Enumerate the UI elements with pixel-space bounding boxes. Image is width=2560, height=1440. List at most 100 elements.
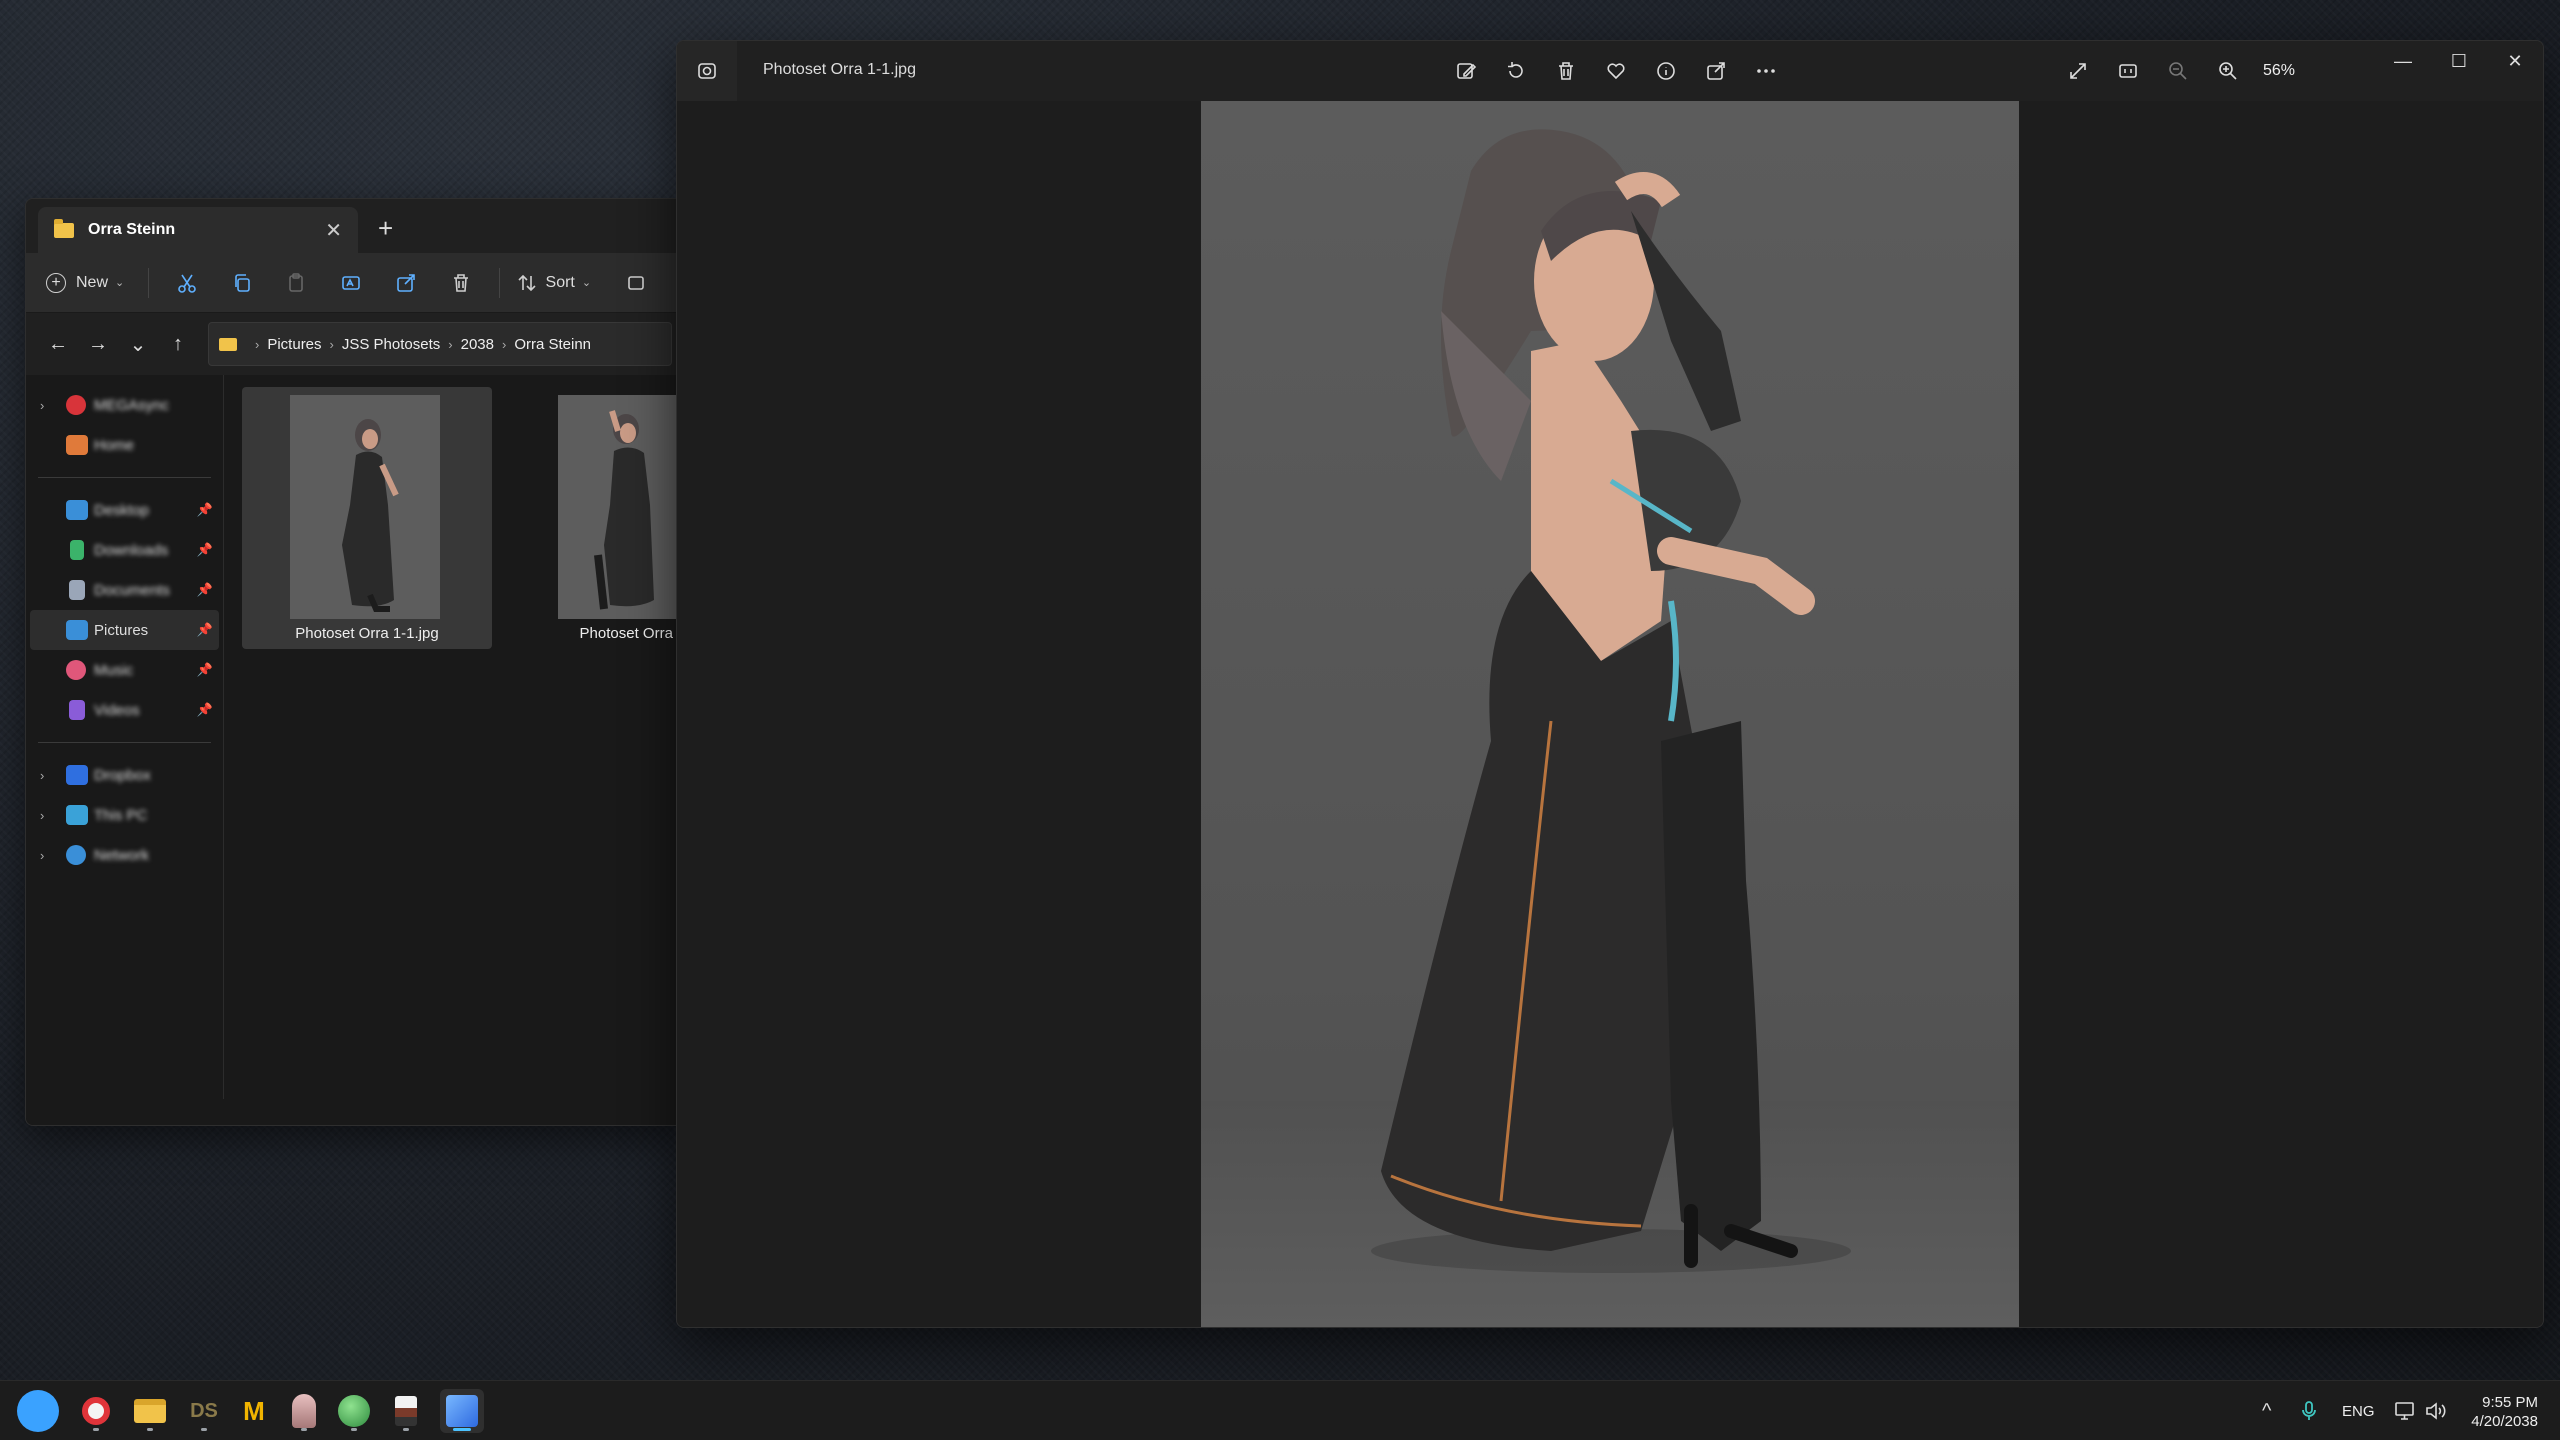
taskbar-app-globe[interactable] [332, 1389, 376, 1433]
taskbar-app-opera[interactable] [74, 1389, 118, 1433]
delete-button[interactable] [1541, 51, 1591, 91]
rename-button[interactable] [324, 263, 379, 303]
sidebar-item-this-pc[interactable]: › This PC [26, 795, 223, 835]
up-button[interactable]: ↑ [158, 324, 198, 364]
zoom-out-button[interactable] [2153, 51, 2203, 91]
videos-icon [69, 700, 85, 720]
image-canvas [677, 101, 2543, 1327]
file-item[interactable]: Photoset Orra 2- [510, 387, 684, 649]
new-button[interactable]: + New ⌄ [46, 272, 124, 293]
breadcrumb-pictures[interactable]: Pictures [267, 336, 321, 353]
globe-icon [338, 1395, 370, 1427]
sort-button[interactable]: Sort ⌄ [516, 272, 591, 294]
copy-icon [234, 273, 250, 292]
delete-icon [1559, 62, 1573, 80]
system-clock[interactable]: 9:55 PM 4/20/2038 [2471, 1393, 2538, 1431]
pin-icon: 📌 [196, 542, 213, 557]
running-indicator [93, 1428, 99, 1431]
breadcrumb-orra-steinn[interactable]: Orra Steinn [514, 336, 591, 353]
photos-icon [446, 1395, 478, 1427]
file-name: Photoset Orra 2- [579, 625, 684, 642]
viewer-titlebar: Photoset Orra 1-1.jpg 56% — ☐ ✕ [677, 41, 2543, 101]
info-button[interactable] [1641, 51, 1691, 91]
zoom-out-icon [2169, 62, 2187, 80]
new-tab-button[interactable]: + [378, 213, 393, 244]
start-button[interactable] [16, 1389, 60, 1433]
chevron-right-icon[interactable]: › [40, 848, 44, 863]
zoom-in-button[interactable] [2203, 51, 2253, 91]
sidebar-item-music[interactable]: Music 📌 [26, 650, 223, 690]
breadcrumb-jss-photosets[interactable]: JSS Photosets [342, 336, 440, 353]
sidebar-item-home[interactable]: Home [26, 425, 223, 465]
running-indicator [351, 1428, 357, 1431]
app-m-icon: M [243, 1395, 265, 1426]
sidebar-item-network[interactable]: › Network [26, 835, 223, 875]
network-icon[interactable] [2394, 1381, 2418, 1440]
taskbar-app-file-explorer[interactable] [128, 1389, 172, 1433]
paste-button[interactable] [269, 263, 324, 303]
fullscreen-button[interactable] [2053, 51, 2103, 91]
taskbar-app-character[interactable] [282, 1389, 326, 1433]
sidebar-item-desktop[interactable]: Desktop 📌 [26, 490, 223, 530]
recent-locations-button[interactable]: ⌄ [118, 324, 158, 364]
displayed-photo[interactable] [1201, 101, 2019, 1327]
pin-icon: 📌 [196, 662, 213, 677]
sidebar-item-label: Pictures [94, 621, 149, 639]
edit-button[interactable] [1441, 51, 1491, 91]
delete-icon [454, 273, 469, 292]
chevron-right-icon[interactable]: › [40, 398, 44, 413]
fit-icon [2119, 64, 2137, 78]
network-icon [66, 845, 86, 865]
sidebar-item-documents[interactable]: Documents 📌 [26, 570, 223, 610]
favorite-button[interactable] [1591, 51, 1641, 91]
fullscreen-icon [2070, 63, 2086, 79]
fit-to-window-button[interactable] [2103, 51, 2153, 91]
status-bar [26, 1099, 684, 1125]
sidebar-item-videos[interactable]: Videos 📌 [26, 690, 223, 730]
sidebar-item-dropbox[interactable]: › Dropbox [26, 755, 223, 795]
breadcrumb-2038[interactable]: 2038 [461, 336, 494, 353]
maximize-button[interactable]: ☐ [2431, 41, 2487, 81]
explorer-tab[interactable]: Orra Steinn ✕ [38, 207, 358, 253]
sidebar-item-pictures[interactable]: Pictures 📌 [30, 610, 219, 650]
zoom-level[interactable]: 56% [2263, 62, 2295, 80]
photos-app-icon[interactable] [677, 41, 737, 101]
input-language[interactable]: ENG [2342, 1381, 2375, 1440]
forward-button[interactable]: → [78, 324, 118, 364]
sidebar-item-megasync[interactable]: › MEGAsync [26, 385, 223, 425]
taskbar-app-photos[interactable] [440, 1389, 484, 1433]
cut-button[interactable] [159, 263, 214, 303]
volume-icon[interactable] [2424, 1381, 2448, 1440]
documents-icon [69, 580, 85, 600]
share-button[interactable] [379, 263, 434, 303]
back-button[interactable]: ← [38, 324, 78, 364]
sort-label: Sort [545, 273, 575, 291]
tab-close-button[interactable]: ✕ [325, 218, 342, 243]
view-icon [627, 275, 644, 290]
microphone-icon[interactable] [2300, 1381, 2318, 1440]
running-indicator [453, 1428, 471, 1431]
chevron-right-icon[interactable]: › [40, 768, 44, 783]
rotate-button[interactable] [1491, 51, 1541, 91]
file-item[interactable]: Photoset Orra 1-1.jpg [242, 387, 492, 649]
rename-icon [342, 275, 361, 290]
taskbar-app-m[interactable]: M [232, 1389, 276, 1433]
taskbar-app-daz-studio[interactable]: DS [182, 1389, 226, 1433]
close-button[interactable]: ✕ [2487, 41, 2543, 81]
chevron-right-icon[interactable]: › [40, 808, 44, 823]
share-button[interactable] [1691, 51, 1741, 91]
pin-icon: 📌 [196, 702, 213, 717]
delete-button[interactable] [434, 263, 489, 303]
view-button[interactable] [609, 263, 664, 303]
sidebar-item-label: Network [94, 846, 150, 864]
breadcrumb-separator: › [329, 336, 334, 352]
sidebar-item-downloads[interactable]: Downloads 📌 [26, 530, 223, 570]
more-button[interactable] [1741, 51, 1791, 91]
breadcrumb[interactable]: › Pictures › JSS Photosets › 2038 › Orra… [208, 322, 672, 366]
show-hidden-icons-button[interactable]: ^ [2262, 1381, 2271, 1440]
taskbar-app-cup[interactable] [384, 1389, 428, 1433]
copy-button[interactable] [214, 263, 269, 303]
breadcrumb-separator: › [448, 336, 453, 352]
minimize-button[interactable]: — [2375, 41, 2431, 81]
sidebar-item-label: Documents [94, 581, 170, 599]
